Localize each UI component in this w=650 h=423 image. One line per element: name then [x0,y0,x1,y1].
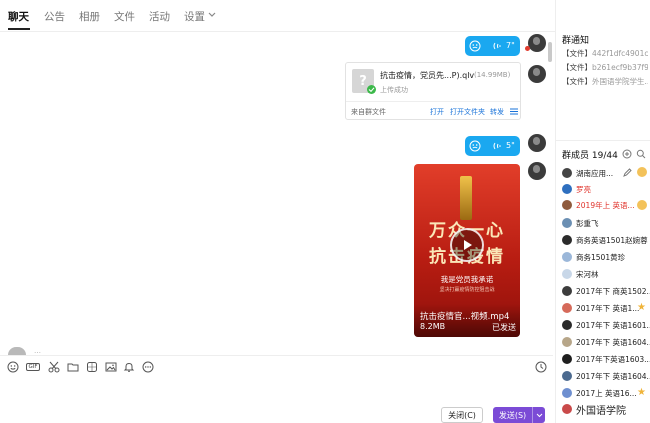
notice-item[interactable]: 【文件】442f1dfc4901c... [562,48,648,59]
member-item[interactable]: 宋河林 [562,267,650,281]
sender-avatar[interactable] [528,65,546,83]
member-item[interactable]: 2017年下英语1603... [562,352,650,366]
video-name: 抗击疫情官...视频.mp4 [420,312,510,322]
notice-item[interactable]: 【文件】外国语学院学生... [562,76,648,87]
tab-chat[interactable]: 聊天 [8,9,29,24]
avatar [562,168,572,178]
avatar [562,404,572,414]
chevron-down-icon[interactable] [208,11,216,21]
file-size: (14.99MB) [474,71,511,79]
avatar [562,218,572,228]
active-tab-underline [8,28,30,30]
forward-link[interactable]: 转发 [490,107,504,117]
unread-dot [525,46,530,51]
statue-graphic [460,176,472,220]
member-item[interactable]: 2017年下 商英1502... [562,284,650,298]
file-status: 上传成功 [380,86,408,94]
avatar [562,269,572,279]
notice-title: 群通知 [562,36,590,46]
avatar [562,286,572,296]
avatar [562,388,572,398]
close-button[interactable]: 关闭(C) [441,407,483,423]
member-item[interactable]: 2017年下 英语1604... [562,335,650,349]
sticker-icon[interactable] [86,361,98,373]
avatar [562,371,572,381]
member-item[interactable]: 商务英语1501赵婉蓉 [562,233,650,247]
emoji-icon[interactable] [7,361,19,373]
voice-duration: 5" [506,141,515,150]
edit-icon[interactable] [623,168,632,180]
avatar [562,337,572,347]
file-message-card[interactable]: ? 抗击疫情，党员先...P).qlv (14.99MB) 上传成功 来自群文件… [345,62,521,120]
voice-message[interactable]: 7" [465,36,520,56]
member-item[interactable]: 外国语学院 [562,402,650,416]
member-item[interactable]: 2017年下 英语1601... [562,318,650,332]
tab-files[interactable]: 文件 [114,9,135,24]
video-status: 已发送 [492,323,516,332]
divider [346,101,520,102]
tab-announcements[interactable]: 公告 [44,9,65,24]
tab-settings[interactable]: 设置 [184,9,205,24]
file-name[interactable]: 抗击疫情，党员先...P).qlv [380,70,474,81]
folder-icon[interactable] [67,361,79,373]
bell-icon[interactable] [123,361,135,373]
play-icon[interactable] [450,228,484,262]
voice-message[interactable]: 5" [465,136,520,156]
members-title: 群成员 19/44 [562,151,618,161]
open-file-link[interactable]: 打开 [430,107,444,117]
send-button[interactable]: 发送(S) [493,407,545,423]
star-icon: ★ [637,387,646,398]
sender-avatar[interactable] [528,162,546,180]
image-icon[interactable] [105,361,117,373]
avatar [562,200,572,210]
search-icon[interactable] [636,149,646,162]
open-folder-link[interactable]: 打开文件夹 [450,107,485,117]
message-input[interactable] [0,377,553,405]
avatar [562,320,572,330]
chat-scrollbar[interactable] [548,42,552,62]
avatar [562,235,572,245]
voice-to-text-icon[interactable] [469,40,481,55]
sender-avatar[interactable] [528,134,546,152]
poster-small-text: 坚决打赢疫情防控阻击战 [439,287,495,293]
member-item[interactable]: 商务1501黄珍 [562,250,650,264]
voice-wave-icon [493,142,501,153]
history-clock-icon[interactable] [535,361,547,373]
voice-duration: 7" [506,41,515,50]
avatar [562,184,572,194]
tab-album[interactable]: 相册 [79,9,100,24]
sender-avatar[interactable] [8,347,26,355]
admin-badge-icon [637,200,647,210]
send-button-label: 发送(S) [498,410,527,420]
member-item[interactable]: 罗亮 [562,182,650,196]
tab-bar: 聊天 公告 相册 文件 活动 设置 [0,0,648,32]
member-item[interactable]: 彭重飞 [562,216,650,230]
avatar [562,252,572,262]
star-icon: ★ [637,302,646,313]
scissors-icon[interactable] [48,361,60,373]
chevron-down-icon[interactable] [533,413,545,418]
gif-icon[interactable]: GIF [26,361,40,373]
upload-success-icon [367,85,376,94]
sender-avatar[interactable] [528,34,546,52]
member-item[interactable]: 2017年下 英语1604... [562,369,650,383]
owner-badge-icon [637,167,647,177]
poster-subtitle: 我是党员我承诺 [440,275,494,284]
avatar [562,303,572,313]
more-circle-icon[interactable] [142,361,154,373]
notice-item[interactable]: 【文件】b261ecf9b37f9... [562,62,648,73]
voice-to-text-icon[interactable] [469,140,481,155]
sender-name: … [34,347,41,355]
voice-wave-icon [493,42,501,53]
video-size: 8.2MB [420,322,446,331]
file-source: 来自群文件 [351,108,386,116]
input-toolbar: GIF [0,355,553,377]
group-side-panel: 群通知 【文件】442f1dfc4901c... 【文件】b261ecf9b37… [555,0,650,423]
tab-activities[interactable]: 活动 [149,9,170,24]
divider [556,140,650,141]
avatar [562,354,572,364]
video-message[interactable]: 万众一心 抗击疫情 我是党员我承诺 坚决打赢疫情防控阻击战 抗击疫情官...视频… [414,164,520,337]
add-member-icon[interactable] [622,149,632,162]
menu-icon[interactable] [510,108,518,118]
